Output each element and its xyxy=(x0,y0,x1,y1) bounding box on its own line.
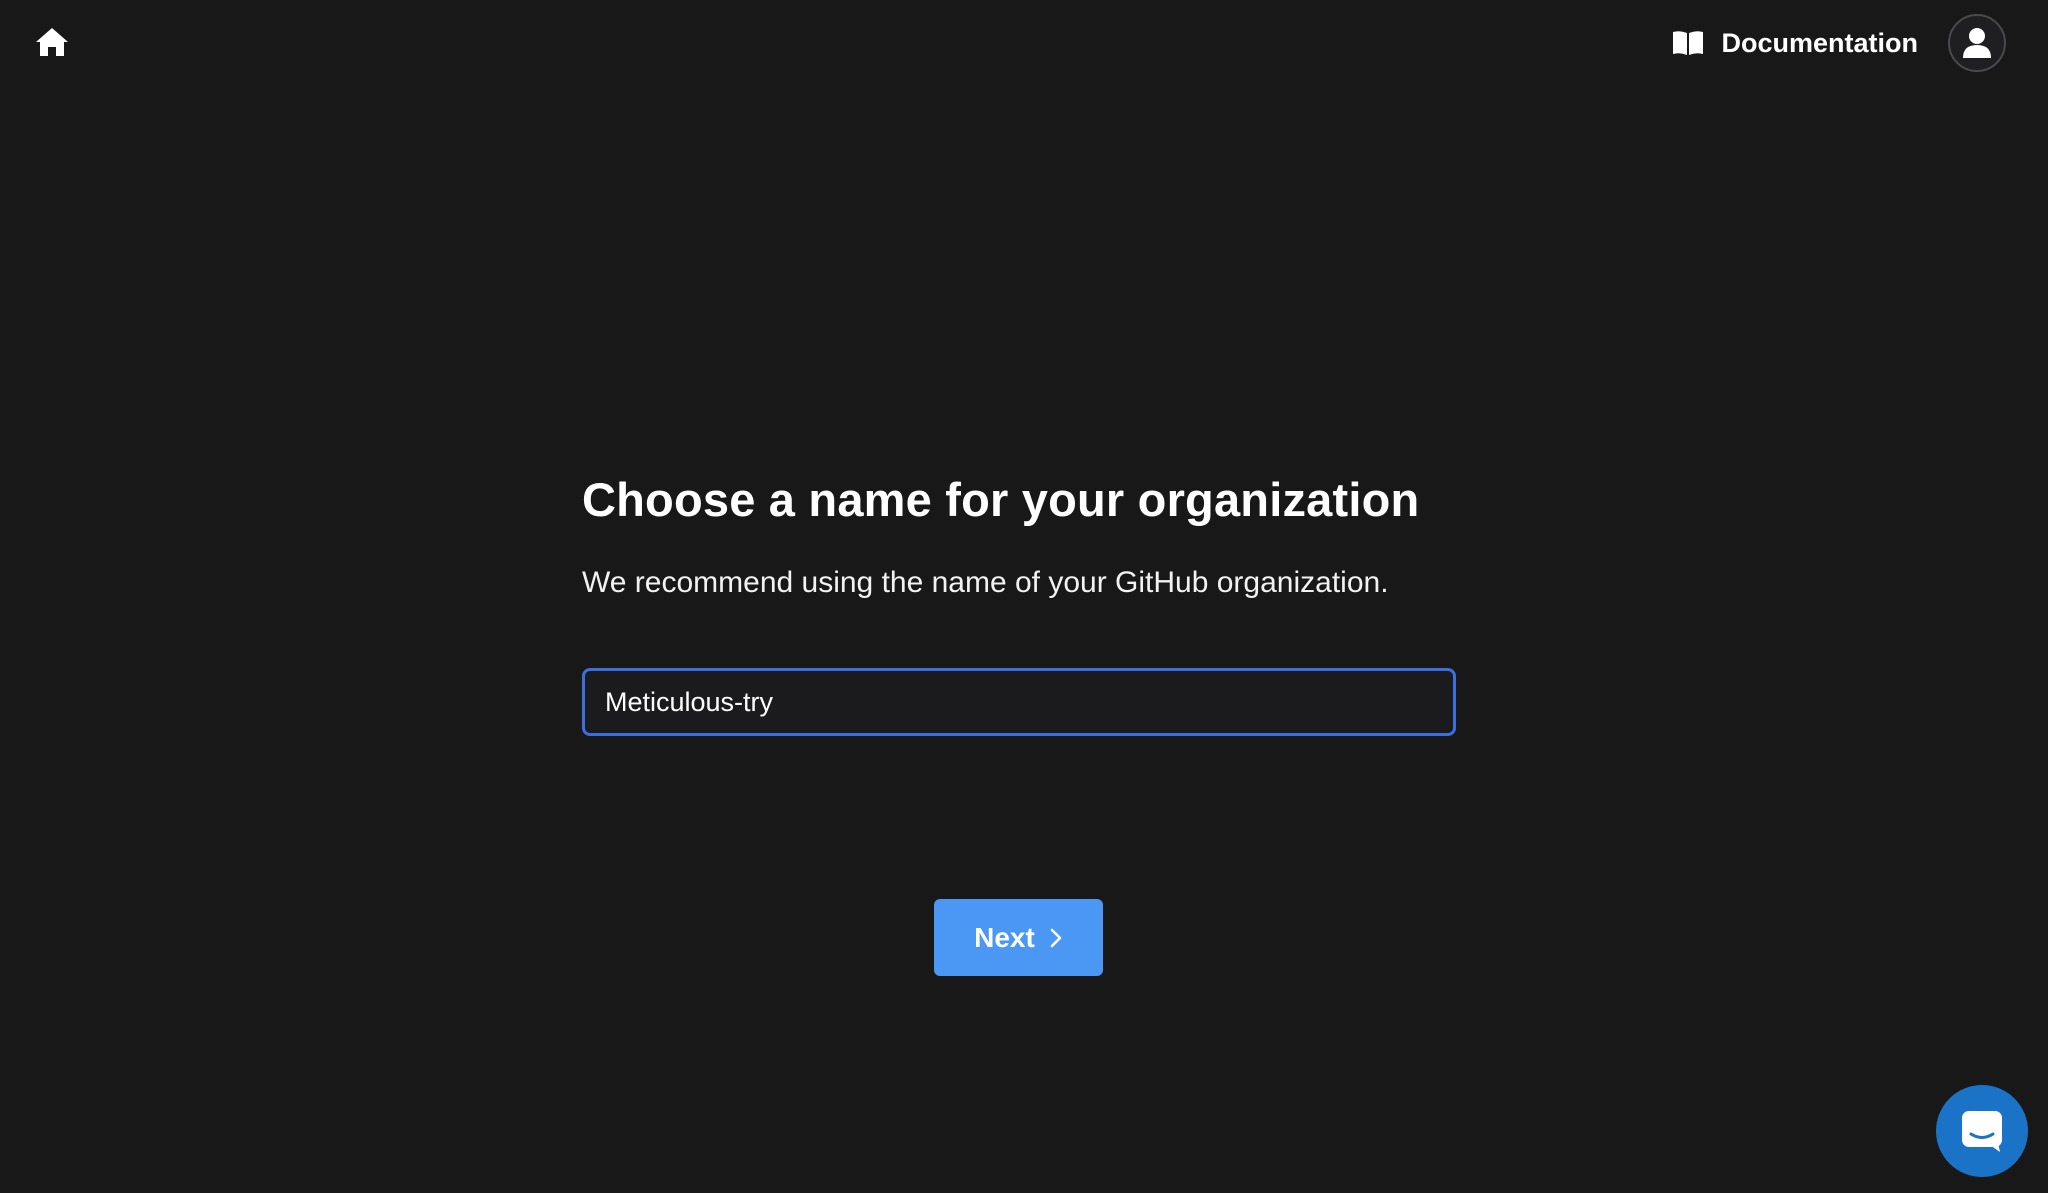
chat-bubble-icon xyxy=(1962,1111,2002,1152)
org-name-form: Choose a name for your organization We r… xyxy=(582,470,1456,736)
next-button-label: Next xyxy=(974,921,1035,953)
book-open-icon xyxy=(1671,29,1705,57)
user-avatar-button[interactable] xyxy=(1948,14,2006,72)
documentation-label: Documentation xyxy=(1721,27,1918,58)
next-button[interactable]: Next xyxy=(934,899,1103,976)
organization-name-input[interactable] xyxy=(582,668,1456,736)
chevron-right-icon xyxy=(1049,927,1063,949)
page-title: Choose a name for your organization xyxy=(582,473,1420,526)
home-button[interactable] xyxy=(34,24,70,60)
home-icon xyxy=(36,28,68,56)
page: Documentation Choose a name for your org… xyxy=(0,0,2048,1193)
documentation-link[interactable]: Documentation xyxy=(1671,28,1918,59)
chat-launcher-button[interactable] xyxy=(1936,1085,2028,1177)
header-actions: Documentation xyxy=(1671,12,2006,74)
user-icon xyxy=(1963,28,1991,58)
page-subtitle: We recommend using the name of your GitH… xyxy=(582,566,1389,599)
